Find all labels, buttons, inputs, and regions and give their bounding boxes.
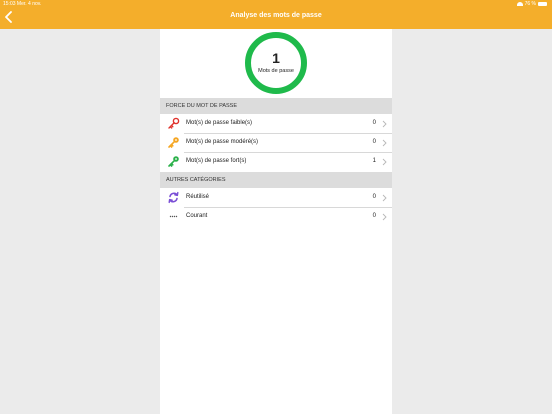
status-bar-right: 76 %: [516, 1, 547, 7]
page-title: Analyse des mots de passe: [230, 12, 322, 19]
section-title-other: AUTRES CATÉGORIES: [166, 177, 226, 183]
row-common[interactable]: Courant 0: [160, 207, 392, 226]
key-icon: [168, 117, 180, 129]
row-weak-passwords[interactable]: Mot(s) de passe faible(s) 0: [160, 114, 392, 133]
row-label: Mot(s) de passe fort(s): [186, 158, 247, 164]
chevron-right-icon: [382, 194, 387, 202]
nav-bar: 15:03 Mer. 4 nov. 76 % Analyse des mots …: [0, 0, 552, 29]
row-label: Mot(s) de passe modéré(s): [186, 139, 259, 145]
password-count-label: Mots de passe: [258, 68, 294, 74]
key-icon: [168, 137, 179, 148]
row-label: Courant: [186, 213, 208, 219]
status-bar-left: 15:03 Mer. 4 nov.: [3, 1, 41, 7]
section-title-strength: FORCE DU MOT DE PASSE: [166, 103, 238, 109]
chevron-right-icon: [382, 120, 387, 128]
status-time: 15:03: [3, 1, 16, 7]
row-count: 0: [372, 120, 376, 126]
wifi-icon: [516, 2, 523, 6]
key-icon: [168, 156, 179, 167]
section-header-strength: FORCE DU MOT DE PASSE: [160, 98, 392, 114]
row-reused[interactable]: Réutilisé 0: [160, 188, 392, 207]
row-count: 0: [372, 139, 376, 145]
row-moderate-passwords[interactable]: Mot(s) de passe modéré(s) 0: [160, 133, 392, 152]
status-date: Mer. 4 nov.: [16, 1, 42, 7]
row-count: 1: [372, 158, 376, 164]
battery-percent: 76 %: [524, 1, 536, 7]
password-count-ring: 1 Mots de passe: [245, 32, 307, 94]
row-count: 0: [372, 213, 376, 219]
chevron-right-icon: [382, 139, 387, 147]
reuse-icon: [168, 191, 179, 204]
row-label: Mot(s) de passe faible(s): [186, 120, 253, 126]
chevron-right-icon: [382, 213, 387, 221]
row-count: 0: [372, 194, 376, 200]
password-count: 1: [272, 50, 280, 66]
analysis-panel: 1 Mots de passe FORCE DU MOT DE PASSE Mo…: [160, 29, 392, 414]
dots-icon: [169, 215, 178, 218]
section-header-other: AUTRES CATÉGORIES: [160, 172, 392, 188]
chevron-right-icon: [382, 158, 387, 166]
battery-icon: [538, 2, 547, 6]
row-label: Réutilisé: [186, 194, 210, 200]
row-strong-passwords[interactable]: Mot(s) de passe fort(s) 1: [160, 152, 392, 171]
